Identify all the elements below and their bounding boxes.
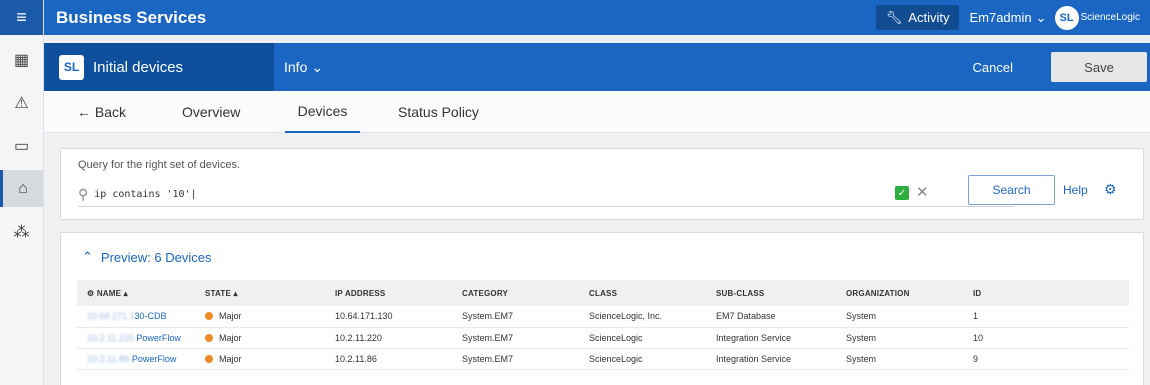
search-button[interactable]: Search [968,175,1055,205]
column-header-state[interactable]: STATE ▴ [205,280,335,306]
clear-query-icon[interactable]: ✕ [916,183,929,201]
device-id: 9 [973,348,1129,370]
business-services-icon[interactable]: ⌂ [0,170,43,207]
column-header-subclass[interactable]: SUB-CLASS [716,280,846,306]
device-category: System.EM7 [462,306,589,328]
device-class: ScienceLogic [589,348,716,370]
device-class: ScienceLogic, Inc. [589,306,716,328]
hamburger-menu-icon[interactable]: ≡ [0,0,43,35]
device-name-link[interactable]: 10.2.11.86-PowerFlow [77,348,205,370]
dashboard-icon[interactable]: ▦ [0,41,43,78]
info-dropdown[interactable]: Info ⌄ [284,59,323,76]
device-ip: 10.64.171.130 [335,306,462,328]
preview-title: Preview: 6 Devices [100,249,212,265]
column-header-class[interactable]: CLASS [589,280,716,306]
devices-table: ⚙ NAME ▴ STATE ▴ IP ADDRESS CATEGORY CLA… [77,280,1129,370]
service-name: Initial devices [93,58,184,76]
query-text: ip contains '10'| [94,189,197,200]
query-panel: Query for the right set of devices. ⚲ ip… [60,148,1144,220]
logo-mark: SL [1054,5,1079,30]
device-id: 1 [973,306,1129,328]
topology-icon[interactable]: ⁂ [0,213,43,250]
device-state: Major [205,306,335,328]
tab-status-policy[interactable]: Status Policy [398,91,479,133]
column-header-ip[interactable]: IP ADDRESS [335,280,462,306]
tab-devices[interactable]: Devices [285,91,360,133]
column-header-organization[interactable]: ORGANIZATION [846,280,973,306]
major-status-dot-icon [205,354,213,363]
service-icon: SL [59,54,84,80]
tab-overview[interactable]: Overview [182,91,272,133]
user-menu[interactable]: Em7admin ⌄ [969,10,1046,26]
device-org: System [846,327,973,349]
column-header-name[interactable]: ⚙ NAME ▴ [77,280,205,306]
preview-panel: ⌃ Preview: 6 Devices ⚙ NAME ▴ STATE ▴ IP… [60,232,1144,385]
wrench-icon: 🔧︎ [885,9,903,25]
device-category: System.EM7 [462,327,589,349]
cancel-button[interactable]: Cancel [973,60,1013,75]
major-status-dot-icon [205,312,213,321]
sciencelogic-logo: SL ScienceLogic [1054,5,1140,30]
column-header-id[interactable]: ID [973,280,1129,306]
user-label: Em7admin [969,10,1032,25]
tab-bar: ← Back Overview Devices Status Policy [44,91,1150,133]
table-row: 10.2.11.86-PowerFlow Major 10.2.11.86 Sy… [77,348,1129,370]
query-input[interactable]: ⚲ ip contains '10'| [78,183,1014,207]
left-nav-rail: ≡ ▦ ⚠ ▭ ⌂ ⁂ [0,0,44,385]
info-label: Info [284,59,308,75]
chevron-up-icon: ⌃ [82,249,93,264]
preview-toggle[interactable]: ⌃ Preview: 6 Devices [82,249,211,265]
device-ip: 10.2.11.220 [335,327,462,349]
query-label: Query for the right set of devices. [78,159,241,171]
device-state: Major [205,327,335,349]
logo-text: ScienceLogic [1080,12,1140,23]
device-category: System.EM7 [462,348,589,370]
top-header-bar: Business Services 🔧︎ Activity Em7admin ⌄… [44,0,1150,35]
activity-button[interactable]: 🔧︎ Activity [875,5,960,30]
gear-icon[interactable]: ⚙ [1104,181,1117,198]
device-class: ScienceLogic [589,327,716,349]
query-valid-check-icon: ✓ [895,186,909,200]
help-link[interactable]: Help [1063,183,1088,197]
device-ip: 10.2.11.86 [335,348,462,370]
service-title-block: SL Initial devices [44,43,274,91]
save-button[interactable]: Save [1051,52,1147,82]
device-subclass: Integration Service [716,327,846,349]
device-id: 10 [973,327,1129,349]
major-status-dot-icon [205,333,213,342]
column-header-category[interactable]: CATEGORY [462,280,589,306]
app-title: Business Services [56,7,207,27]
chevron-down-icon: ⌄ [1035,9,1047,25]
chevron-down-icon: ⌄ [311,58,324,75]
table-row: 10.64.171.130-CDB Major 10.64.171.130 Sy… [77,306,1129,328]
table-header-row: ⚙ NAME ▴ STATE ▴ IP ADDRESS CATEGORY CLA… [77,280,1129,306]
alert-icon[interactable]: ⚠ [0,84,43,121]
device-state: Major [205,348,335,370]
table-row: 10.2.11.220 PowerFlow Major 10.2.11.220 … [77,327,1129,349]
back-button[interactable]: ← Back [77,91,182,133]
activity-label: Activity [908,10,950,25]
device-subclass: EM7 Database [716,306,846,328]
devices-icon[interactable]: ▭ [0,127,43,164]
device-org: System [846,348,973,370]
device-org: System [846,306,973,328]
device-name-link[interactable]: 10.2.11.220 PowerFlow [77,327,205,349]
search-icon: ⚲ [78,186,89,202]
device-subclass: Integration Service [716,348,846,370]
device-name-link[interactable]: 10.64.171.130-CDB [77,306,205,328]
service-header-bar: SL Initial devices Info ⌄ Cancel Save [44,43,1150,91]
column-settings-icon[interactable]: ⚙ [87,289,94,298]
